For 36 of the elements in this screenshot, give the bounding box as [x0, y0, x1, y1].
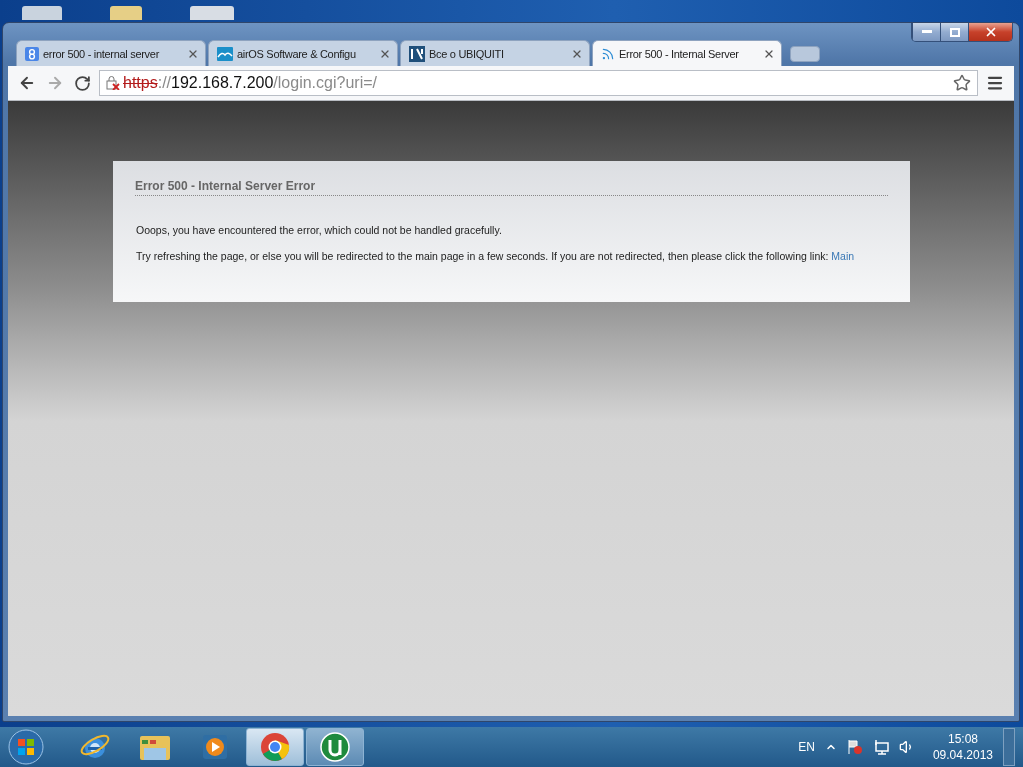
feed-icon: [601, 46, 615, 61]
redirect-message: Try refreshing the page, or else you will be redirected to the main page in a few seconds. If you are not redirected, then please click the following link: Main: [136, 250, 856, 262]
error-message: Ooops, you have encountered the error, which could not be handled gracefully.: [136, 224, 503, 236]
error-title: Error 500 - Internal Server Error: [135, 179, 888, 196]
main-link[interactable]: Main: [831, 250, 855, 262]
letter-tile-icon: [25, 46, 39, 61]
minimize-icon: [921, 30, 932, 34]
close-button[interactable]: [968, 23, 1012, 41]
logo-tile-icon: [409, 45, 425, 62]
taskbar-button[interactable]: [246, 728, 304, 766]
maximize-button[interactable]: [940, 23, 968, 41]
tab-title: Все о UBIQUITI: [429, 47, 505, 60]
maximize-icon: [949, 27, 960, 37]
tab-title: Error 500 - Internal Server: [619, 47, 740, 60]
flag-icon[interactable]: [846, 739, 863, 755]
forward-arrow-icon: [46, 74, 64, 92]
bookmark-star-icon[interactable]: [953, 74, 971, 92]
clock[interactable]: 15:08 09.04.2013: [932, 731, 993, 763]
browser-tab[interactable]: error 500 - internal server: [16, 40, 206, 66]
tab-title: airOS Software & Configu: [237, 47, 357, 60]
torrent-icon: [320, 732, 350, 762]
play-icon: [202, 734, 228, 760]
start-orb-icon[interactable]: [8, 729, 44, 765]
wave-tile-icon: [217, 46, 233, 61]
language-indicator[interactable]: EN: [798, 740, 815, 754]
minimize-button[interactable]: [912, 23, 940, 41]
menu-icon: [986, 74, 1004, 92]
taskbar-button[interactable]: [306, 728, 364, 766]
chrome-icon: [260, 732, 290, 762]
network-icon[interactable]: [872, 739, 889, 755]
browser-tab[interactable]: Error 500 - Internal Server: [592, 40, 782, 66]
browser-tab[interactable]: airOS Software & Configu: [208, 40, 398, 66]
address-field[interactable]: https://192.168.7.200/login.cgi?uri=/: [99, 70, 978, 96]
tab-title: error 500 - internal server: [43, 47, 161, 60]
browser-tab[interactable]: Все о UBIQUITI: [400, 40, 590, 66]
reload-icon: [74, 74, 91, 92]
